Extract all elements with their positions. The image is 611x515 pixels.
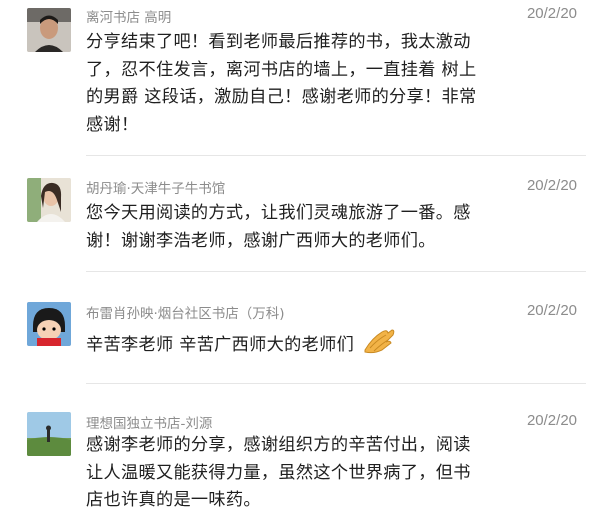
comment-date: 20/2/20 (526, 177, 577, 194)
comment-date: 20/2/20 (526, 302, 577, 319)
man-portrait-avatar[interactable] (27, 8, 71, 52)
comment-text: 您今天用阅读的方式，让我们灵魂旅游了一番。感 谢！谢谢李浩老师，感谢广西师大的老… (86, 200, 496, 255)
woman-portrait-avatar[interactable] (27, 178, 71, 222)
comment-text: 分亨结束了吧！看到老师最后推荐的书，我太激动 了，忍不住发言，离河书店的墙上，一… (86, 29, 496, 139)
divider (86, 155, 586, 156)
landscape-photo-avatar[interactable] (27, 412, 71, 456)
cartoon-girl-avatar[interactable] (27, 302, 71, 346)
comment-author[interactable]: 理想国独立书店-刘源 (86, 412, 212, 432)
comment-text-line: 店也许真的是一味药。 (86, 490, 261, 510)
comment-author[interactable]: 离河书店 高明 (86, 6, 171, 26)
comment-text-line: 感谢李老师的分享，感谢组织方的辛苦付出，阅读 (86, 435, 471, 455)
comment-item: 理想国独立书店-刘源 20/2/20 感谢李老师的分享，感谢组织方的辛苦付出，阅… (0, 405, 611, 514)
comment-text: 辛苦李老师 辛苦广西师大的老师们 (86, 326, 496, 364)
comment-text-line: 您今天用阅读的方式，让我们灵魂旅游了一番。感 (86, 203, 471, 223)
divider (86, 271, 586, 272)
comment-text-line: 了，忍不住发言，离河书店的墙上，一直挂着 树上 (86, 59, 477, 80)
comment-item: 离河书店 高明 20/2/20 分亨结束了吧！看到老师最后推荐的书，我太激动 了… (0, 0, 611, 160)
comment-author[interactable]: 布雷肖孙映·烟台社区书店（万科) (86, 302, 285, 322)
divider (86, 383, 586, 384)
clapping-hands-emoji (362, 326, 396, 364)
comment-text-line: 让人温暖又能获得力量，虽然这个世界病了，但书 (86, 462, 471, 483)
comment-text-line: 分亨结束了吧！看到老师最后推荐的书，我太激动 (86, 32, 471, 52)
comment-item: 布雷肖孙映·烟台社区书店（万科) 20/2/20 辛苦李老师 辛苦广西师大的老师… (0, 290, 611, 384)
comment-date: 20/2/20 (526, 412, 577, 429)
comment-text-line: 谢！谢谢李浩老师，感谢广西师大的老师们。 (86, 230, 436, 251)
comment-date: 20/2/20 (526, 5, 577, 22)
comment-text-line: 感谢！ (86, 114, 139, 135)
comment-item: 胡丹瑜·天津牛子牛书馆 20/2/20 您今天用阅读的方式，让我们灵魂旅游了一番… (0, 168, 611, 272)
comment-author[interactable]: 胡丹瑜·天津牛子牛书馆 (86, 177, 225, 197)
comment-text-line: 辛苦李老师 辛苦广西师大的老师们 (86, 334, 355, 355)
comment-text-line: 的男爵 这段话，激励自己！感谢老师的分享！非常 (86, 87, 477, 107)
comment-text: 感谢李老师的分享，感谢组织方的辛苦付出，阅读 让人温暖又能获得力量，虽然这个世界… (86, 432, 496, 515)
